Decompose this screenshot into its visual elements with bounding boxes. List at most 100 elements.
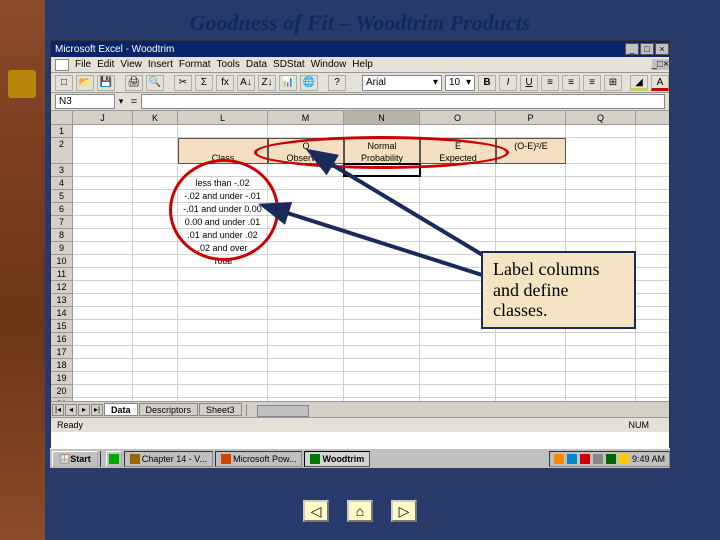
row-header[interactable]: 5 — [51, 190, 73, 203]
cell[interactable] — [133, 385, 178, 397]
fill-color-icon[interactable]: ◢ — [630, 75, 648, 91]
cell[interactable] — [133, 281, 178, 293]
tab-last[interactable]: ▸| — [91, 404, 103, 416]
cell[interactable] — [496, 359, 566, 371]
row-header[interactable]: 19 — [51, 372, 73, 385]
cell[interactable] — [420, 164, 496, 176]
cell[interactable] — [73, 333, 133, 345]
task-woodtrim[interactable]: Woodtrim — [304, 451, 370, 467]
cell[interactable] — [133, 268, 178, 280]
cell[interactable] — [496, 125, 566, 137]
row-header[interactable]: 3 — [51, 164, 73, 177]
sheet-tab-sheet3[interactable]: Sheet3 — [199, 403, 242, 416]
row-header[interactable]: 15 — [51, 320, 73, 333]
start-button[interactable]: 🪟Start — [52, 451, 98, 467]
header-cell-L[interactable]: Class — [178, 138, 268, 164]
cell[interactable] — [268, 268, 344, 280]
tab-first[interactable]: |◂ — [52, 404, 64, 416]
cell[interactable] — [344, 385, 420, 397]
cell[interactable] — [178, 346, 268, 358]
col-header-Q[interactable]: Q — [566, 111, 636, 124]
cell[interactable] — [133, 359, 178, 371]
menu-file[interactable]: File — [75, 59, 91, 70]
cell[interactable] — [496, 164, 566, 176]
header-cell-O[interactable]: E Expected Frequency — [420, 138, 496, 164]
row-header[interactable]: 9 — [51, 242, 73, 255]
cell[interactable] — [344, 177, 420, 189]
spreadsheet-grid[interactable]: JKLMNOPQ 1234567891011121314151617181920… — [51, 111, 669, 401]
cell[interactable] — [420, 398, 496, 401]
cell[interactable] — [178, 385, 268, 397]
cell[interactable] — [133, 229, 178, 241]
help-icon[interactable]: ? — [328, 75, 346, 91]
cell[interactable] — [496, 385, 566, 397]
col-header-K[interactable]: K — [133, 111, 178, 124]
cell[interactable] — [344, 268, 420, 280]
cell[interactable] — [344, 307, 420, 319]
cell[interactable] — [344, 229, 420, 241]
cell[interactable] — [178, 125, 268, 137]
cell[interactable] — [344, 372, 420, 384]
cell[interactable] — [496, 372, 566, 384]
cell[interactable] — [268, 385, 344, 397]
cell[interactable] — [73, 398, 133, 401]
cell[interactable] — [73, 177, 133, 189]
cell[interactable] — [73, 216, 133, 228]
doc-close[interactable]: × — [663, 59, 669, 70]
menu-window[interactable]: Window — [311, 59, 347, 70]
cell[interactable] — [344, 281, 420, 293]
tray-icon[interactable] — [567, 454, 577, 464]
cell[interactable] — [133, 398, 178, 401]
cell[interactable] — [133, 346, 178, 358]
row-header[interactable]: 12 — [51, 281, 73, 294]
cell[interactable] — [566, 203, 636, 215]
cell[interactable] — [566, 190, 636, 202]
cell[interactable] — [566, 125, 636, 137]
cell[interactable] — [420, 216, 496, 228]
cell[interactable] — [268, 294, 344, 306]
nav-next-button[interactable]: ▷ — [391, 500, 417, 522]
tray-icon[interactable] — [593, 454, 603, 464]
font-name-select[interactable]: Arial▾ — [362, 75, 442, 91]
menu-data[interactable]: Data — [246, 59, 267, 70]
underline-button[interactable]: U — [520, 75, 538, 91]
row-header[interactable]: 6 — [51, 203, 73, 216]
cell[interactable] — [420, 177, 496, 189]
horizontal-scrollbar[interactable] — [246, 404, 669, 416]
cell[interactable] — [73, 294, 133, 306]
italic-button[interactable]: I — [499, 75, 517, 91]
class-cell[interactable]: -.02 and under -.01 — [178, 190, 268, 202]
cell[interactable] — [344, 346, 420, 358]
cell[interactable] — [73, 359, 133, 371]
minimize-button[interactable]: _ — [625, 43, 639, 55]
cell[interactable] — [344, 255, 420, 267]
chart-icon[interactable]: 📊 — [279, 75, 297, 91]
cell[interactable] — [344, 294, 420, 306]
class-cell[interactable]: .01 and under .02 — [178, 229, 268, 241]
cell[interactable] — [178, 398, 268, 401]
tab-next[interactable]: ▸ — [78, 404, 90, 416]
cell[interactable] — [496, 177, 566, 189]
cell[interactable] — [133, 216, 178, 228]
cell[interactable] — [133, 320, 178, 332]
col-header-P[interactable]: P — [496, 111, 566, 124]
col-header-L[interactable]: L — [178, 111, 268, 124]
cell[interactable] — [344, 190, 420, 202]
cell[interactable] — [268, 307, 344, 319]
system-tray[interactable]: 9:49 AM — [549, 451, 670, 467]
cell[interactable] — [73, 346, 133, 358]
cell[interactable] — [496, 229, 566, 241]
cell[interactable] — [496, 216, 566, 228]
cell[interactable] — [178, 359, 268, 371]
select-all-corner[interactable] — [51, 111, 73, 124]
cell[interactable] — [344, 320, 420, 332]
tray-icon[interactable] — [606, 454, 616, 464]
cell[interactable] — [73, 320, 133, 332]
row-header[interactable]: 14 — [51, 307, 73, 320]
nav-prev-button[interactable]: ◁ — [303, 500, 329, 522]
maximize-button[interactable]: □ — [640, 43, 654, 55]
cell[interactable] — [566, 359, 636, 371]
task-chapter14[interactable]: Chapter 14 - V... — [124, 451, 213, 467]
cell[interactable] — [133, 203, 178, 215]
col-header-M[interactable]: M — [268, 111, 344, 124]
